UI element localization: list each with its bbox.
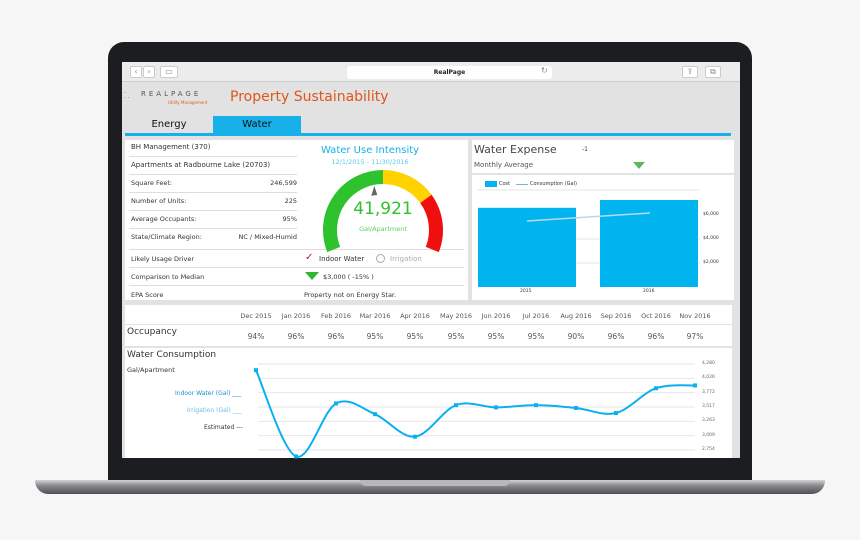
data-point-Jan-2016 [294,454,298,459]
charts-svg [254,189,700,459]
data-point-Dec-2015 [254,368,258,373]
data-point-Aug-2016 [574,405,578,410]
data-point-Apr-2016 [413,434,417,439]
bar-2015 [478,207,576,287]
data-point-May-2016 [454,403,458,408]
data-point-Oct-2016 [654,386,658,391]
data-point-Jul-2016 [534,403,538,408]
data-point-Jun-2016 [494,405,498,410]
data-point-Nov-2016 [693,383,697,388]
indoor-water-line [255,369,696,458]
data-point-Feb-2016 [334,401,338,406]
data-point-Mar-2016 [373,412,377,417]
data-point-Sep-2016 [614,411,618,416]
